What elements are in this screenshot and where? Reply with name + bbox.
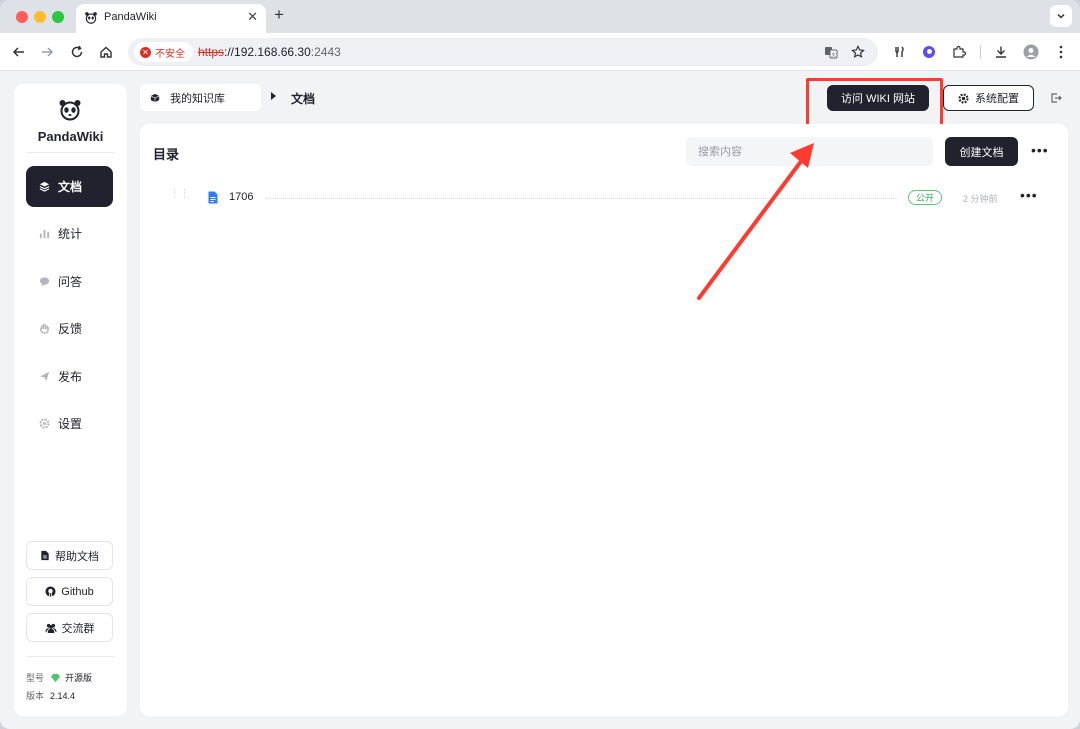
home-icon[interactable] — [97, 43, 115, 61]
svg-text:文: 文 — [831, 52, 836, 59]
breadcrumb-arrow-icon — [271, 92, 276, 100]
diamond-icon — [50, 673, 61, 682]
gear-icon — [958, 92, 969, 104]
gear-icon — [39, 418, 50, 429]
more-options-icon[interactable]: ••• — [1031, 142, 1049, 158]
tools-extension-icon[interactable] — [891, 43, 909, 61]
document-name: 1706 — [229, 191, 254, 203]
drag-handle-icon[interactable]: ⋮⋮ — [170, 189, 189, 203]
avatar[interactable] — [1022, 43, 1040, 61]
help-docs-label: 帮助文档 — [55, 550, 99, 563]
community-button[interactable]: 交流群 — [26, 613, 113, 642]
version-label: 版本 — [26, 691, 45, 701]
help-docs-button[interactable]: 帮助文档 — [26, 541, 113, 570]
sidebar-item-label: 发布 — [58, 370, 83, 384]
warning-icon: ✕ — [140, 46, 151, 58]
search-input[interactable] — [686, 137, 933, 166]
page-title: 文档 — [291, 92, 316, 106]
close-tab-icon[interactable]: ✕ — [247, 9, 258, 25]
layers-icon — [39, 181, 50, 192]
url-host: ://192.168.66.30 — [224, 45, 311, 59]
table-row[interactable]: ⋮⋮ 1706 公开 2 分钟前 ••• — [170, 187, 1068, 208]
translate-icon[interactable]: 文 — [823, 44, 839, 60]
panda-favicon-icon — [85, 12, 97, 24]
model-value: 开源版 — [65, 673, 93, 683]
sidebar-item-docs[interactable]: 文档 — [26, 166, 113, 207]
bar-chart-icon — [39, 228, 50, 239]
tab-strip: PandaWiki ✕ + — [0, 0, 1080, 33]
directory-title: 目录 — [153, 147, 180, 162]
new-tab-icon[interactable]: + — [274, 5, 284, 25]
url-text[interactable]: https://192.168.66.30:2443 — [198, 45, 341, 59]
sidebar-footer-divider — [26, 656, 115, 657]
version-row: 版本 2.14.4 — [26, 689, 75, 702]
knowledge-base-name: 我的知识库 — [170, 92, 225, 105]
security-chip[interactable]: ✕ 不安全 — [134, 42, 193, 62]
model-row: 型号 开源版 — [26, 671, 92, 684]
hand-icon — [39, 323, 50, 334]
document-updated-time: 2 分钟前 — [963, 194, 998, 204]
sidebar: PandaWiki 文档 统计 问答 反馈 发布 设置 帮助文档 Github … — [14, 84, 127, 716]
sidebar-item-label: 设置 — [58, 417, 83, 431]
chat-bubble-icon — [39, 276, 50, 287]
version-value: 2.14.4 — [50, 690, 76, 701]
knowledge-base-selector[interactable]: 我的知识库 — [140, 84, 261, 111]
github-button[interactable]: Github — [26, 577, 113, 606]
browser-tab[interactable]: PandaWiki ✕ — [76, 4, 266, 33]
sidebar-item-label: 统计 — [58, 227, 83, 241]
system-config-label: 系统配置 — [975, 93, 1019, 105]
sidebar-item-feedback[interactable]: 反馈 — [26, 308, 113, 349]
brand-name: PandaWiki — [37, 129, 104, 144]
group-icon — [45, 623, 56, 633]
bookmark-star-icon[interactable] — [850, 44, 866, 60]
create-document-button[interactable]: 创建文档 — [945, 137, 1018, 166]
system-config-button[interactable]: 系统配置 — [943, 85, 1034, 111]
url-scheme: https — [198, 45, 225, 59]
close-window-button[interactable] — [16, 11, 28, 23]
url-port: :2443 — [310, 45, 341, 59]
cube-icon — [150, 93, 160, 102]
extensions-puzzle-icon[interactable] — [950, 43, 968, 61]
reload-icon[interactable] — [68, 43, 86, 61]
back-icon[interactable] — [10, 43, 28, 61]
download-icon[interactable] — [992, 43, 1010, 61]
sidebar-item-stats[interactable]: 统计 — [26, 213, 113, 254]
document-panel: 目录 创建文档 ••• ⋮⋮ 1706 公开 2 分钟前 ••• — [140, 124, 1068, 716]
browser-toolbar: ✕ 不安全 https://192.168.66.30:2443 文 — [0, 33, 1080, 71]
sidebar-item-publish[interactable]: 发布 — [26, 356, 113, 397]
send-icon — [39, 371, 50, 382]
logout-icon[interactable] — [1048, 90, 1064, 106]
model-label: 型号 — [26, 673, 45, 683]
document-icon — [208, 191, 218, 204]
toolbar-divider — [980, 45, 981, 59]
sidebar-item-settings[interactable]: 设置 — [26, 403, 113, 444]
browser-window: PandaWiki ✕ + ✕ 不安全 https://192.168.66.3… — [0, 0, 1080, 729]
address-bar[interactable]: ✕ 不安全 https://192.168.66.30:2443 文 — [128, 38, 878, 66]
document-icon — [41, 550, 49, 561]
row-more-options-icon[interactable]: ••• — [1020, 187, 1038, 203]
profile-extension-icon[interactable] — [920, 43, 938, 61]
sidebar-divider — [26, 152, 115, 153]
row-leader-line — [266, 198, 898, 199]
status-badge: 公开 — [908, 190, 942, 205]
community-label: 交流群 — [61, 622, 95, 635]
forward-icon[interactable] — [38, 43, 56, 61]
github-icon — [45, 586, 56, 597]
sidebar-item-label: 反馈 — [58, 322, 83, 336]
tab-search-button[interactable] — [1050, 5, 1072, 27]
sidebar-item-label: 问答 — [58, 275, 83, 289]
sidebar-item-qa[interactable]: 问答 — [26, 261, 113, 302]
visit-wiki-button[interactable]: 访问 WIKI 网站 — [827, 85, 929, 111]
maximize-window-button[interactable] — [52, 11, 64, 23]
chevron-down-icon — [1057, 13, 1065, 19]
sidebar-item-label: 文档 — [58, 180, 83, 194]
insecure-label: 不安全 — [155, 48, 185, 60]
github-label: Github — [61, 585, 94, 598]
tab-title: PandaWiki — [104, 11, 157, 23]
minimize-window-button[interactable] — [34, 11, 46, 23]
panda-logo-icon — [59, 100, 81, 121]
browser-menu-icon[interactable] — [1052, 43, 1070, 61]
